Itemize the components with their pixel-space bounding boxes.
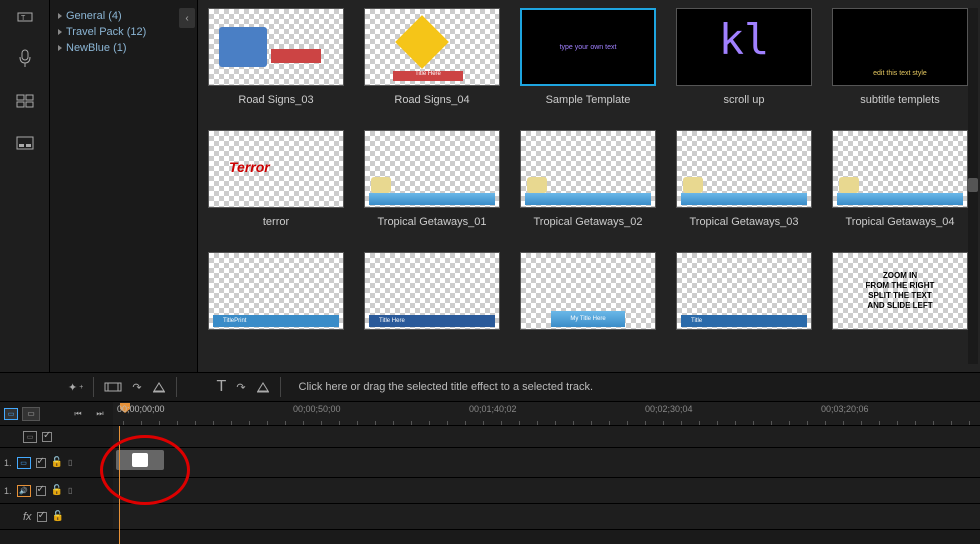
timeline: ▭ ▭ ⏮ ⏭ 00;00;00;00 00;00;50;00 00;01;40… — [0, 402, 980, 544]
track-head-fx: fx 🔓 — [0, 504, 113, 529]
audio-track-icon[interactable]: 🔊 — [17, 485, 31, 497]
template-thumbnail[interactable] — [208, 8, 344, 86]
mic-icon[interactable] — [13, 47, 37, 71]
timeline-controls: ▭ ▭ ⏮ ⏭ — [0, 402, 113, 425]
left-toolbar: T — [0, 0, 50, 372]
track-head-monitor: ▭ — [0, 426, 113, 447]
redo-arrow-icon[interactable]: ↷ — [132, 381, 141, 394]
track-body-audio[interactable] — [113, 478, 980, 503]
track-body-fx[interactable] — [113, 504, 980, 529]
template-thumbnail[interactable]: edit this text style — [832, 8, 968, 86]
timecode-tick: 00;02;30;04 — [645, 404, 693, 414]
category-item-general[interactable]: General (4) — [58, 8, 189, 24]
subtitle-icon[interactable] — [13, 131, 37, 155]
lock-icon[interactable]: 🔓 — [51, 457, 63, 468]
category-item-travelpack[interactable]: Travel Pack (12) — [58, 24, 189, 40]
template-thumbnail[interactable]: Title Here — [364, 252, 500, 330]
lock-icon[interactable]: 🔓 — [52, 511, 64, 522]
sparkle-tool-icon[interactable]: ✦+ — [68, 381, 83, 394]
track-head-video-1: 1. ▭ 🔓 ▯ — [0, 448, 113, 477]
collapse-panel-button[interactable]: ‹ — [179, 8, 195, 28]
track-body-video[interactable] — [113, 448, 980, 477]
category-item-newblue[interactable]: NewBlue (1) — [58, 40, 189, 56]
timeline-mode-btn-1[interactable]: ▭ — [4, 408, 18, 420]
insert-marker-icon[interactable]: ▯ — [68, 458, 72, 467]
title-toolbar: ✦+ ↷ T ↷ Click here or drag the selected… — [0, 372, 980, 402]
video-track-icon[interactable]: ▭ — [17, 457, 31, 469]
template-thumbnail[interactable]: Title Here — [364, 8, 500, 86]
track-number: 1. — [4, 458, 12, 468]
template-thumbnail[interactable] — [676, 130, 812, 208]
title-tool-icon[interactable]: T — [13, 5, 37, 29]
svg-text:T: T — [21, 15, 26, 22]
template-label: Tropical Getaways_04 — [845, 216, 954, 228]
template-label: Tropical Getaways_01 — [377, 216, 486, 228]
category-label: Travel Pack (12) — [66, 26, 146, 38]
track-number: 1. — [4, 486, 12, 496]
template-label: Tropical Getaways_02 — [533, 216, 642, 228]
template-thumbnail[interactable] — [364, 130, 500, 208]
insert-icon-2[interactable] — [256, 381, 270, 393]
grid-icon[interactable] — [13, 89, 37, 113]
toolbar-hint: Click here or drag the selected title ef… — [299, 381, 594, 393]
template-label: Sample Template — [546, 94, 631, 106]
timecode-start: 00;00;00;00 — [117, 404, 165, 414]
fx-track-icon[interactable]: fx — [23, 511, 32, 523]
timeline-next-btn[interactable]: ⏭ — [91, 407, 109, 421]
timecode-tick: 00;00;50;00 — [293, 404, 341, 414]
insert-icon[interactable] — [152, 381, 166, 393]
template-label: subtitle templets — [860, 94, 939, 106]
track-audible-checkbox[interactable] — [36, 486, 46, 496]
track-body[interactable] — [113, 426, 980, 447]
template-thumbnail[interactable] — [832, 130, 968, 208]
template-label: terror — [263, 216, 289, 228]
timecode-tick: 00;01;40;02 — [469, 404, 517, 414]
template-thumbnail[interactable]: Title — [676, 252, 812, 330]
video-clip[interactable] — [116, 450, 164, 470]
template-thumbnail[interactable]: ZOOM INFROM THE RIGHTSPLIT THE TEXTAND S… — [832, 252, 968, 330]
template-thumbnail[interactable]: type your own text — [520, 8, 656, 86]
template-label: Road Signs_03 — [238, 94, 313, 106]
template-thumbnail[interactable] — [520, 130, 656, 208]
clip-tool-icon[interactable] — [104, 381, 122, 393]
timeline-prev-btn[interactable]: ⏮ — [69, 407, 87, 421]
timeline-mode-btn-2[interactable]: ▭ — [22, 407, 40, 421]
template-thumbnail[interactable]: My Title Here — [520, 252, 656, 330]
template-thumbnail[interactable]: kl — [676, 8, 812, 86]
track-visible-checkbox[interactable] — [42, 432, 52, 442]
track-head-audio-1: 1. 🔊 🔓 ▯ — [0, 478, 113, 503]
template-grid: Road Signs_03 Title Here Road Signs_04 type… — [198, 0, 980, 372]
category-label: General (4) — [66, 10, 122, 22]
insert-marker-icon[interactable]: ▯ — [68, 486, 72, 495]
monitor-icon[interactable]: ▭ — [23, 431, 37, 443]
template-label: scroll up — [724, 94, 765, 106]
category-label: NewBlue (1) — [66, 42, 127, 54]
text-tool-icon[interactable]: T — [217, 378, 227, 396]
template-thumbnail[interactable]: Terror — [208, 130, 344, 208]
timeline-ruler[interactable]: 00;00;00;00 00;00;50;00 00;01;40;02 00;0… — [113, 402, 980, 425]
redo-arrow-icon-2[interactable]: ↷ — [236, 381, 245, 394]
timecode-tick: 00;03;20;06 — [821, 404, 869, 414]
template-thumbnail[interactable]: TitlePrint — [208, 252, 344, 330]
lock-icon[interactable]: 🔓 — [51, 485, 63, 496]
template-label: Road Signs_04 — [394, 94, 469, 106]
category-panel: ‹ General (4) Travel Pack (12) NewBlue (… — [50, 0, 198, 372]
track-visible-checkbox[interactable] — [37, 512, 47, 522]
track-visible-checkbox[interactable] — [36, 458, 46, 468]
template-label: Tropical Getaways_03 — [689, 216, 798, 228]
vertical-scrollbar[interactable] — [968, 8, 978, 364]
